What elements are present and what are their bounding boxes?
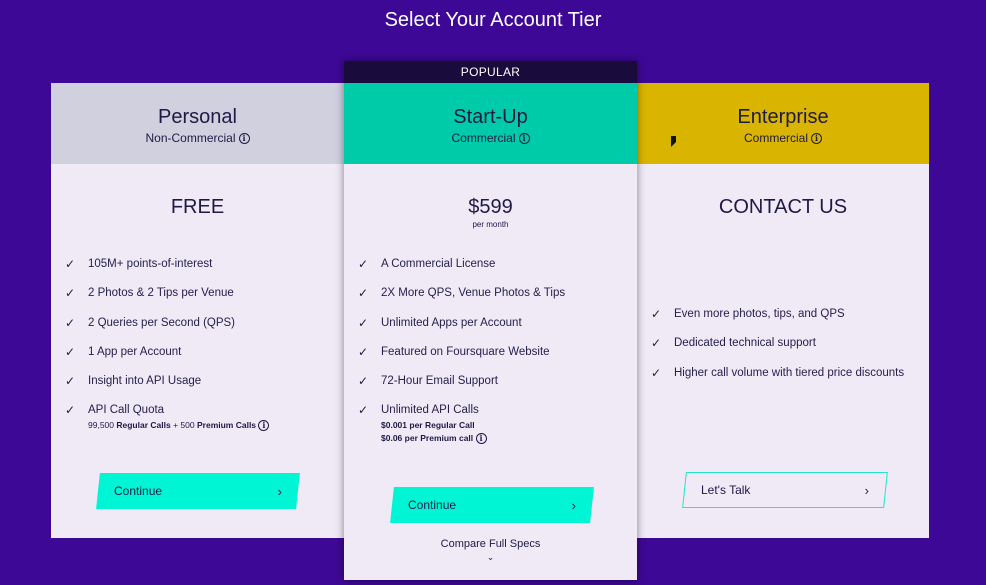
regular-price: $0.001 xyxy=(381,420,407,431)
info-icon[interactable]: i xyxy=(811,132,822,144)
button-label: Continue xyxy=(408,498,457,512)
premium-price: $0.06 xyxy=(381,433,403,444)
check-icon: ✓ xyxy=(358,315,369,330)
tier-price: FREE xyxy=(170,196,225,218)
feature-list: ✓ 105M+ points-of-interest ✓ 2 Photos & 2 … xyxy=(65,255,334,432)
tier-price: CONTACT US xyxy=(718,196,848,218)
check-icon: ✓ xyxy=(65,286,76,301)
quota-premium-count: 500 xyxy=(180,420,195,431)
check-icon: ✓ xyxy=(358,286,369,301)
tier-subtitle: Commercial i xyxy=(451,131,530,145)
check-icon: ✓ xyxy=(65,257,76,271)
feature-item: ✓ Higher call volume with tiered price di… xyxy=(651,364,919,393)
tier-subtitle: Commercial i xyxy=(744,131,822,145)
feature-text: Even more photos, tips, and QPS xyxy=(674,308,845,320)
feature-item: ✓ Even more photos, tips, and QPS xyxy=(651,305,919,334)
feature-text: A Commercial License xyxy=(381,258,496,270)
tier-name: Start-Up xyxy=(453,106,528,128)
feature-text: 2 Photos & 2 Tips per Venue xyxy=(88,287,234,300)
info-icon[interactable]: i xyxy=(258,420,270,432)
chevron-right-icon: › xyxy=(277,483,282,499)
tier-header-personal: Personal Non-Commercial i xyxy=(51,83,344,164)
tier-header-enterprise: Enterprise Commercial i xyxy=(637,83,929,164)
tier-card-personal: Personal Non-Commercial i FREE ✓ 105M+ po… xyxy=(51,83,344,538)
feature-text: API Call Quota xyxy=(88,404,165,417)
regular-call-price: $0.001 per Regular Call xyxy=(381,419,627,432)
check-icon: ✓ xyxy=(65,374,76,389)
button-label: Let's Talk xyxy=(701,483,751,497)
info-icon[interactable]: i xyxy=(475,433,487,445)
continue-button-personal[interactable]: Continue › xyxy=(96,473,300,509)
check-icon: ✓ xyxy=(358,344,369,359)
feature-list: ✓ A Commercial License ✓ 2X More QPS, Venu… xyxy=(358,255,627,445)
tier-subtitle-text: Non-Commercial xyxy=(145,131,236,145)
feature-text: 72-Hour Email Support xyxy=(381,375,498,388)
feature-item: ✓ 1 App per Account xyxy=(65,343,334,372)
call-pricing: $0.001 per Regular Call $0.06 per Premiu… xyxy=(381,419,627,445)
quota-plus: + xyxy=(173,420,179,431)
feature-item: ✓ Unlimited Apps per Account xyxy=(358,314,627,343)
tier-name: Enterprise xyxy=(737,106,829,128)
feature-text: Insight into API Usage xyxy=(88,375,202,388)
feature-item: ✓ 2 Queries per Second (QPS) xyxy=(65,314,334,343)
feature-item: ✓ Featured on Foursquare Website xyxy=(358,343,627,372)
tier-subtitle-text: Commercial xyxy=(451,131,516,145)
premium-label: per Premium call xyxy=(404,433,474,444)
price-period: per month xyxy=(472,220,509,229)
page-title: Select Your Account Tier xyxy=(384,9,602,31)
feature-text: 2X More QPS, Venue Photos & Tips xyxy=(381,287,566,300)
check-icon: ✓ xyxy=(65,315,76,330)
tier-card-enterprise: Enterprise Commercial i CONTACT US ✓ Even… xyxy=(637,83,929,538)
feature-text: Featured on Foursquare Website xyxy=(381,345,550,358)
chevron-right-icon: › xyxy=(864,482,869,498)
feature-item: ✓ A Commercial License xyxy=(358,255,627,284)
lets-talk-button[interactable]: Let's Talk › xyxy=(682,472,888,508)
info-icon[interactable]: i xyxy=(518,132,530,144)
quota-detail: 99,500 Regular Calls + 500 Premium Calls… xyxy=(88,419,334,432)
feature-item: ✓ 105M+ points-of-interest xyxy=(65,255,334,284)
quota-regular-count: 99,500 xyxy=(88,420,114,431)
feature-text: Unlimited Apps per Account xyxy=(381,316,522,329)
chevron-down-icon[interactable]: ⌄ xyxy=(344,552,637,563)
tier-subtitle-text: Commercial xyxy=(743,131,808,145)
feature-item: ✓ 2X More QPS, Venue Photos & Tips xyxy=(358,284,627,313)
feature-item: ✓ Dedicated technical support xyxy=(651,334,919,363)
popular-badge: POPULAR xyxy=(344,61,637,83)
check-icon: ✓ xyxy=(651,336,662,351)
info-icon[interactable]: i xyxy=(238,132,250,144)
feature-item: ✓ Insight into API Usage xyxy=(65,372,334,401)
continue-button-startup[interactable]: Continue › xyxy=(390,487,594,523)
tier-card-startup: POPULAR Start-Up Commercial i $599 per m… xyxy=(344,61,637,580)
check-icon: ✓ xyxy=(358,257,369,271)
quota-premium-label: Premium Calls xyxy=(196,420,257,431)
button-label: Continue xyxy=(114,484,163,498)
feature-text: 1 App per Account xyxy=(88,345,182,358)
feature-text: Higher call volume with tiered price dis… xyxy=(674,366,905,379)
feature-item: ✓ API Call Quota 99,500 Regular Calls + 5… xyxy=(65,401,334,432)
compare-full-specs-link[interactable]: Compare Full Specs xyxy=(344,538,637,550)
tier-subtitle: Non-Commercial i xyxy=(145,131,250,145)
tier-header-startup: Start-Up Commercial i xyxy=(344,83,637,164)
check-icon: ✓ xyxy=(651,365,662,380)
feature-item: ✓ Unlimited API Calls $0.001 per Regular … xyxy=(358,401,627,445)
feature-item: ✓ 72-Hour Email Support xyxy=(358,372,627,401)
check-icon: ✓ xyxy=(358,403,369,418)
check-icon: ✓ xyxy=(358,374,369,389)
feature-item: ✓ 2 Photos & 2 Tips per Venue xyxy=(65,284,334,313)
tier-name: Personal xyxy=(158,106,237,128)
chevron-right-icon: › xyxy=(571,497,576,513)
feature-text: 2 Queries per Second (QPS) xyxy=(88,316,236,329)
feature-text: Unlimited API Calls xyxy=(381,404,479,417)
tier-price: $599 xyxy=(468,196,513,218)
feature-text: Dedicated technical support xyxy=(674,337,816,350)
quota-regular-label: Regular Calls xyxy=(116,420,171,431)
check-icon: ✓ xyxy=(65,344,76,359)
mouse-cursor-icon xyxy=(671,136,676,147)
premium-call-price: $0.06 per Premium call i xyxy=(381,432,627,445)
check-icon: ✓ xyxy=(65,403,76,418)
check-icon: ✓ xyxy=(651,307,662,321)
feature-text: 105M+ points-of-interest xyxy=(88,258,213,270)
regular-label: per Regular Call xyxy=(409,420,475,431)
feature-list: ✓ Even more photos, tips, and QPS ✓ Dedica… xyxy=(651,305,919,393)
